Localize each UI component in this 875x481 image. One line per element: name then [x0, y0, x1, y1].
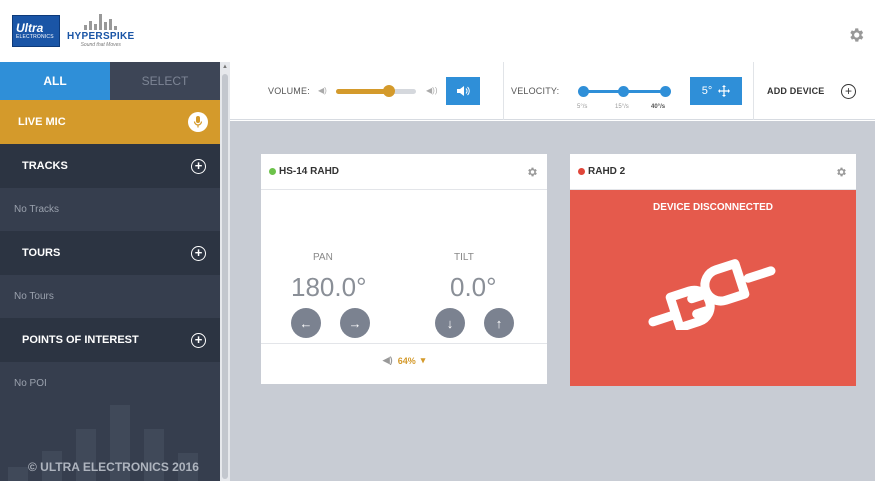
device-name: HS-14 RAHD: [279, 166, 340, 177]
device-volume-value: 64%: [397, 355, 416, 366]
status-offline-dot-icon: [578, 168, 585, 175]
poi-title: POINTS OF INTEREST: [22, 334, 139, 346]
device-settings-gear-icon[interactable]: [835, 166, 847, 178]
tours-header: TOURS +: [0, 231, 220, 275]
pan-label: PAN: [313, 252, 333, 263]
volume-slider-knob[interactable]: [382, 85, 395, 97]
sidebar: ALL SELECT LIVE MIC TRACKS + No Tracks T…: [0, 62, 220, 481]
velocity-stop-1[interactable]: [578, 86, 589, 97]
tilt-value: 0.0°: [450, 272, 497, 302]
velocity-slider[interactable]: [578, 86, 671, 97]
pan-right-button[interactable]: →: [340, 308, 370, 338]
tracks-title: TRACKS: [22, 160, 68, 172]
speaker-icon: [457, 86, 470, 96]
velocity-tick-5: 5°/s: [577, 104, 588, 110]
velocity-stop-2[interactable]: [618, 86, 629, 97]
device-name: RAHD 2: [588, 166, 626, 177]
tours-title: TOURS: [22, 247, 61, 259]
volume-slider[interactable]: [336, 85, 416, 97]
logo-electronics-text: ELECTRONICS: [16, 33, 54, 40]
sidebar-tabs: ALL SELECT: [0, 62, 220, 100]
device-card-header: HS-14 RAHD: [261, 154, 547, 190]
velocity-tick-40: 40°/s: [651, 104, 666, 110]
scrollbar-thumb[interactable]: [222, 74, 228, 479]
tab-select[interactable]: SELECT: [110, 62, 220, 100]
copyright-text: © ULTRA ELECTRONICS 2016: [28, 460, 199, 474]
device-card-rahd2: RAHD 2 DEVICE DISCONNECTED: [570, 154, 856, 386]
velocity-stop-3[interactable]: [660, 86, 671, 97]
disconnected-message: DEVICE DISCONNECTED: [652, 202, 773, 213]
logo: Ultra ELECTRONICS HYPERSPIKE Sound that …: [12, 14, 134, 48]
hyperspike-logo: HYPERSPIKE Sound that Moves: [67, 14, 134, 48]
unplugged-icon: [648, 259, 776, 330]
tours-empty: No Tours: [0, 275, 220, 318]
velocity-label: VELOCITY:: [511, 86, 560, 96]
device-card-hs14: HS-14 RAHD PAN 180.0° TILT 0.0° ← → ↓ ↑ …: [261, 154, 547, 384]
tracks-empty: No Tracks: [0, 188, 220, 231]
mute-toggle-button[interactable]: [446, 77, 480, 105]
microphone-icon[interactable]: [188, 112, 208, 132]
pan-left-button[interactable]: ←: [291, 308, 321, 338]
live-mic-row[interactable]: LIVE MIC: [0, 100, 220, 144]
add-device-plus-icon[interactable]: +: [841, 84, 856, 99]
tracks-header: TRACKS +: [0, 144, 220, 188]
poi-header: POINTS OF INTEREST +: [0, 318, 220, 362]
chevron-down-icon: ▾: [420, 355, 426, 365]
step-button[interactable]: 5°: [690, 77, 742, 105]
tilt-up-button[interactable]: ↑: [484, 308, 514, 338]
add-tour-plus-icon[interactable]: +: [191, 245, 206, 261]
add-device-label[interactable]: ADD DEVICE: [767, 86, 825, 96]
step-label: 5°: [701, 85, 713, 97]
app-header: Ultra ELECTRONICS HYPERSPIKE Sound that …: [0, 0, 875, 60]
volume-high-icon: ◀)): [426, 86, 438, 95]
velocity-tick-15: 15°/s: [615, 104, 629, 110]
toolbar: VOLUME: ◀) ◀)) VELOCITY: 5°/s 15°/s 40°/…: [230, 62, 875, 120]
sidebar-scrollbar[interactable]: ▲: [220, 62, 230, 481]
logo-ultra-text: Ultra: [16, 20, 44, 35]
equalizer-icon: [84, 14, 118, 30]
pan-value: 180.0°: [291, 272, 367, 302]
move-arrows-icon: [718, 85, 731, 97]
device-volume-speaker-icon: ◀): [382, 355, 393, 365]
add-track-plus-icon[interactable]: +: [191, 158, 206, 174]
add-poi-plus-icon[interactable]: +: [191, 332, 206, 348]
disconnected-panel: DEVICE DISCONNECTED: [570, 190, 856, 386]
ultra-electronics-logo: Ultra ELECTRONICS: [12, 15, 60, 47]
product-name: HYPERSPIKE: [67, 31, 135, 42]
device-area: HS-14 RAHD PAN 180.0° TILT 0.0° ← → ↓ ↑ …: [230, 121, 875, 481]
tab-all[interactable]: ALL: [0, 62, 110, 100]
product-tagline: Sound that Moves: [80, 42, 121, 48]
device-settings-gear-icon[interactable]: [526, 166, 538, 178]
tilt-label: TILT: [454, 252, 474, 263]
device-volume-dropdown[interactable]: ◀) 64% ▾: [261, 343, 547, 377]
device-card-header: RAHD 2: [570, 154, 856, 190]
volume-slider-fill: [336, 89, 389, 94]
scroll-up-arrow-icon[interactable]: ▲: [222, 64, 228, 70]
status-online-dot-icon: [269, 168, 276, 175]
volume-low-icon: ◀): [318, 86, 327, 95]
volume-label: VOLUME:: [268, 86, 310, 96]
live-mic-label: LIVE MIC: [18, 116, 66, 128]
settings-gear-icon[interactable]: [847, 26, 865, 44]
tilt-down-button[interactable]: ↓: [435, 308, 465, 338]
